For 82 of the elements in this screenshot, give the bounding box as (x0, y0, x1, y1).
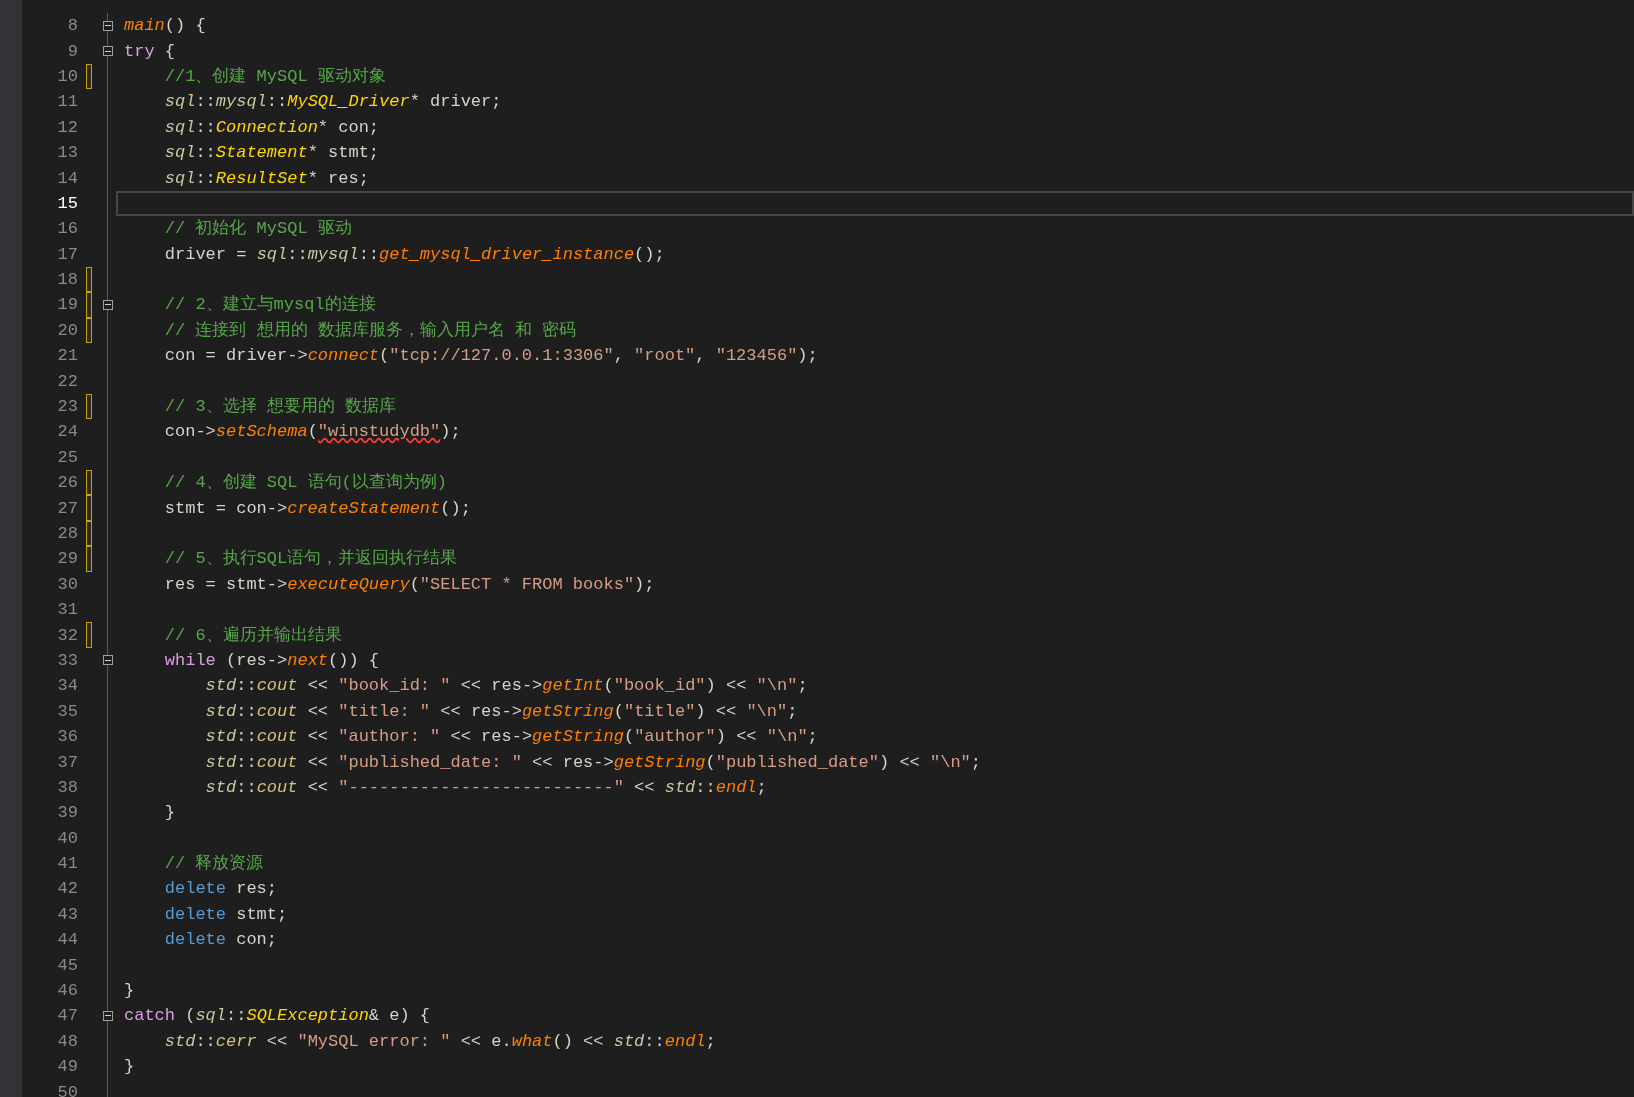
line-number: 35 (56, 700, 78, 723)
line-number: 27 (56, 497, 78, 520)
code-line: con = driver->connect("tcp://127.0.0.1:3306", "root", "123456"); (164, 345, 818, 368)
line-number: 20 (56, 319, 78, 342)
code-line: delete con; (164, 929, 278, 952)
line-number: 38 (56, 776, 78, 799)
line-number: 25 (56, 446, 78, 469)
line-number: 42 (56, 878, 78, 901)
line-number: 18 (56, 269, 78, 292)
code-line: catch (sql::SQLException& e) { (124, 1005, 431, 1028)
code-line: delete stmt; (164, 903, 288, 926)
collapse-toggle[interactable] (103, 46, 113, 57)
code-line: res = stmt->executeQuery("SELECT * FROM books"); (164, 573, 655, 596)
code-line: // 5、执行SQL语句，并返回执行结果 (164, 548, 458, 571)
line-number: 13 (56, 142, 78, 165)
line-number: 30 (56, 573, 78, 596)
code-line: sql::Connection* con; (164, 116, 380, 139)
line-number: 47 (56, 1005, 78, 1028)
code-line: main() { (124, 15, 206, 38)
code-line: // 释放资源 (164, 853, 264, 876)
line-number: 17 (56, 243, 78, 266)
line-number: 45 (56, 954, 78, 977)
line-number: 19 (56, 294, 78, 317)
line-number: 46 (56, 980, 78, 1003)
code-line: std::cout << "book_id: " << res->getInt("book_id") << "\n"; (205, 675, 808, 698)
line-number: 9 (66, 40, 78, 63)
code-line: std::cout << "author: " << res->getString("author") << "\n"; (205, 726, 818, 749)
code-line: sql::ResultSet* res; (164, 167, 369, 190)
collapse-toggle[interactable] (103, 1010, 113, 1021)
code-line: } (164, 802, 175, 825)
code-line: // 4、创建 SQL 语句(以查询为例) (164, 472, 447, 495)
code-line: driver = sql::mysql::get_mysql_driver_instance(); (164, 243, 665, 266)
line-number: 40 (56, 827, 78, 850)
code-line: std::cerr << "MySQL error: " << e.what() << std::endl; (164, 1030, 716, 1053)
line-number: 34 (56, 675, 78, 698)
code-line: std::cout << "title: " << res->getString("title") << "\n"; (205, 700, 798, 723)
line-number: 29 (56, 548, 78, 571)
line-number: 32 (56, 624, 78, 647)
line-number: 31 (56, 599, 78, 622)
collapse-toggle[interactable] (103, 300, 113, 310)
code-line: } (124, 1056, 135, 1079)
line-number: 37 (56, 751, 78, 774)
line-number: 41 (56, 853, 78, 876)
code-line: while (res->next()) { (164, 649, 380, 672)
line-number: 11 (56, 91, 78, 114)
line-number: 23 (56, 396, 78, 419)
code-line: stmt = con->createStatement(); (164, 497, 471, 520)
line-number: 49 (56, 1056, 78, 1079)
line-number: 28 (56, 523, 78, 545)
collapse-toggle[interactable] (103, 20, 113, 31)
code-line: //1、创建 MySQL 驱动对象 (164, 65, 386, 88)
code-line: // 连接到 想用的 数据库服务，输入用户名 和 密码 (164, 319, 577, 342)
line-number: 15 (56, 192, 78, 215)
line-number: 26 (56, 472, 78, 495)
code-line: } (124, 980, 135, 1003)
code-line: std::cout << "--------------------------" << std::endl; (205, 776, 767, 799)
line-number: 48 (56, 1030, 78, 1053)
code-line: sql::Statement* stmt; (164, 142, 380, 165)
line-number: 44 (56, 929, 78, 952)
code-line: // 3、选择 想要用的 数据库 (164, 395, 396, 419)
line-number: 22 (56, 370, 78, 393)
code-line: // 2、建立与mysql的连接 (164, 293, 376, 317)
line-number: 33 (56, 649, 78, 672)
line-number: 8 (66, 15, 78, 38)
collapse-toggle[interactable] (103, 655, 113, 666)
line-number: 21 (56, 345, 78, 368)
code-line: // 6、遍历并输出结果 (164, 624, 342, 647)
line-number: 14 (56, 167, 78, 190)
code-line: try { (124, 40, 175, 63)
code-line: sql::mysql::MySQL_Driver* driver; (164, 91, 502, 114)
line-number: 43 (56, 903, 78, 926)
line-number: 50 (56, 1081, 78, 1097)
code-line: delete res; (164, 878, 278, 901)
line-number: 16 (56, 218, 78, 241)
line-number: 24 (56, 421, 78, 444)
line-number: 10 (56, 65, 78, 88)
code-line: // 初始化 MySQL 驱动 (164, 218, 352, 241)
line-number: 39 (56, 802, 78, 825)
code-line: con->setSchema("winstudydb"); (164, 421, 461, 444)
line-number: 12 (56, 116, 78, 139)
code-line: std::cout << "published_date: " << res->getString("published_date") << "\n"; (205, 751, 981, 774)
line-number: 36 (56, 726, 78, 749)
